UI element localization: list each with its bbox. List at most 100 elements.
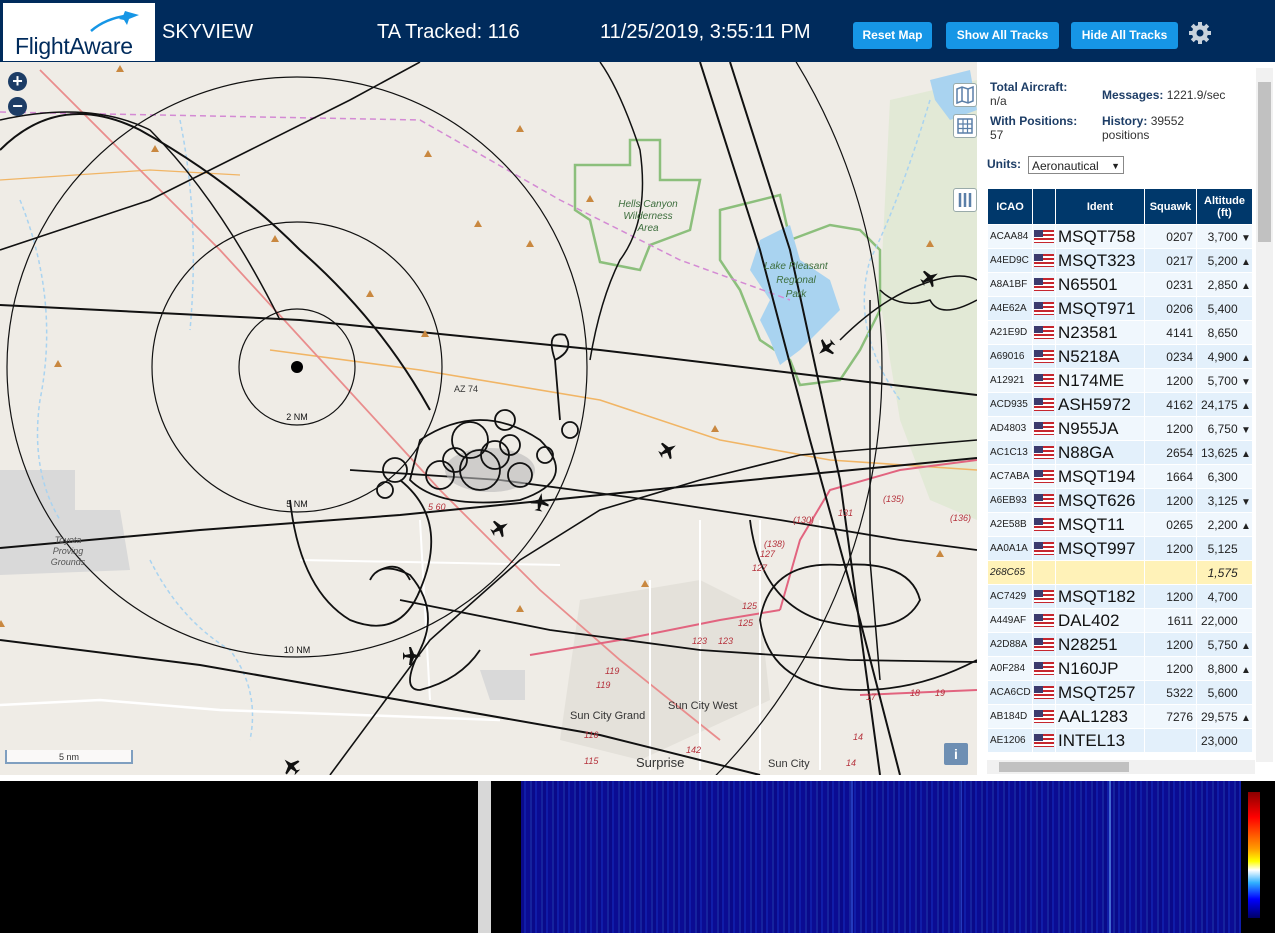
reset-map-button[interactable]: Reset Map [853,22,932,49]
table-row[interactable]: AC7ABA MSQT194 1664 6,300 [988,465,1252,488]
flightaware-logo[interactable]: FlightAware [3,3,155,61]
table-row[interactable]: ACAA84 MSQT758 0207 3,700 ▼ [988,225,1252,248]
map-layers-icon[interactable] [953,83,977,107]
units-select[interactable]: Aeronautical ▼ [1028,156,1124,174]
table-row[interactable]: A0F284 N160JP 1200 8,800 ▲ [988,657,1252,680]
label-lake-pleasant-2: Regional [776,275,816,286]
map-label: 5 60 [428,502,446,512]
flag-cell [1033,369,1055,392]
map-label: 125 [742,601,758,611]
table-row[interactable]: A4ED9C MSQT323 0217 5,200 ▲ [988,249,1252,272]
table-row[interactable]: A4E62A MSQT971 0206 5,400 [988,297,1252,320]
zoom-out-button[interactable]: − [8,97,27,116]
squawk-cell: 1200 [1145,417,1196,440]
aircraft-sidebar: Total Aircraft: n/a Messages: 1221.9/sec… [977,62,1275,775]
table-row[interactable]: ACD935 ASH5972 4162 24,175 ▲ [988,393,1252,416]
ring-label-5nm: 5 NM [286,499,308,509]
icao-cell: A2E58B [988,513,1032,536]
table-row[interactable]: A2E58B MSQT11 0265 2,200 ▲ [988,513,1252,536]
us-flag-icon [1034,590,1054,603]
history-value: 39552 [1150,114,1185,128]
table-row[interactable]: AD4803 N955JA 1200 6,750 ▼ [988,417,1252,440]
ring-label-10nm: 10 NM [284,645,311,655]
table-row[interactable]: A449AF DAL402 1611 22,000 [988,609,1252,632]
icao-cell: A12921 [988,369,1032,392]
altitude-cell: 5,200 ▲ [1197,249,1252,272]
table-row[interactable]: AC1C13 N88GA 2654 13,625 ▲ [988,441,1252,464]
us-flag-icon [1034,614,1054,627]
scrollbar-thumb[interactable] [999,762,1129,772]
col-flag[interactable] [1033,189,1055,224]
header-bar: FlightAware SKYVIEW TA Tracked: 116 11/2… [0,0,1275,62]
columns-icon[interactable] [953,188,977,212]
info-button[interactable]: i [944,743,968,765]
flag-cell [1033,321,1055,344]
grid-icon[interactable] [953,114,977,138]
table-row[interactable]: ACA6CD MSQT257 5322 5,600 [988,681,1252,704]
table-row[interactable]: 268C65 1,575 [988,561,1252,584]
table-row[interactable]: A69016 N5218A 0234 4,900 ▲ [988,345,1252,368]
altitude-value: 29,575 [1200,709,1238,724]
col-altitude[interactable]: Altitude (ft) [1197,189,1252,224]
map-label: (138) [764,539,785,549]
altitude-trend-icon: ▲ [1241,520,1251,532]
icao-cell: A6EB93 [988,489,1032,512]
table-row[interactable]: AB184D AAL1283 7276 29,575 ▲ [988,705,1252,728]
label-sun-city-grand: Sun City Grand [570,710,645,722]
icao-cell: ACAA84 [988,225,1032,248]
units-label: Units: [987,157,1021,171]
ident-cell: MSQT323 [1056,249,1144,272]
ident-cell: N65501 [1056,273,1144,296]
altitude-cell: 8,800 ▲ [1197,657,1252,680]
aircraft-marker [819,339,836,355]
flag-cell [1033,465,1055,488]
map-canvas[interactable]: Hells Canyon Wilderness Area Lake Pleasa… [0,62,977,775]
show-all-tracks-button[interactable]: Show All Tracks [946,22,1059,49]
us-flag-icon [1034,326,1054,339]
hide-all-tracks-button[interactable]: Hide All Tracks [1071,22,1178,49]
col-squawk[interactable]: Squawk [1145,189,1196,224]
gear-icon[interactable] [1187,20,1213,46]
altitude-value: 6,750 [1207,421,1238,436]
label-surprise: Surprise [636,755,684,770]
map-label: 17 [866,692,877,702]
app-title: SKYVIEW [162,21,254,43]
altitude-trend-icon: ▲ [1241,712,1251,724]
col-ident[interactable]: Ident [1056,189,1144,224]
label-toyota-3: Grounds [51,557,86,567]
table-row[interactable]: A6EB93 MSQT626 1200 3,125 ▼ [988,489,1252,512]
altitude-cell: 13,625 ▲ [1197,441,1252,464]
table-row[interactable]: A8A1BF N65501 0231 2,850 ▲ [988,273,1252,296]
squawk-cell: 5322 [1145,681,1196,704]
table-row[interactable]: AA0A1A MSQT997 1200 5,125 [988,537,1252,560]
us-flag-icon [1034,470,1054,483]
panel-divider[interactable] [478,781,491,933]
aircraft-marker [490,520,508,538]
us-flag-icon [1034,374,1054,387]
table-row[interactable]: A21E9D N23581 4141 8,650 [988,321,1252,344]
waterfall-left-margin [491,781,521,933]
zoom-in-button[interactable]: + [8,72,27,91]
with-positions-value: 57 [990,128,1004,142]
sidebar-scrollbar-horizontal[interactable] [987,760,1255,774]
with-positions-label: With Positions: [990,114,1078,128]
table-row[interactable]: A2D88A N28251 1200 5,750 ▲ [988,633,1252,656]
units-select-value: Aeronautical [1032,159,1099,173]
table-row[interactable]: A12921 N174ME 1200 5,700 ▼ [988,369,1252,392]
altitude-value: 5,200 [1207,253,1238,268]
sidebar-scrollbar-vertical[interactable] [1256,68,1273,762]
squawk-cell: 0217 [1145,249,1196,272]
altitude-cell: 23,000 [1197,729,1252,752]
scrollbar-thumb[interactable] [1258,82,1271,242]
map-label: 119 [596,680,610,690]
table-row[interactable]: AC7429 MSQT182 1200 4,700 [988,585,1252,608]
map-view[interactable]: Hells Canyon Wilderness Area Lake Pleasa… [0,62,977,775]
map-label: 119 [605,666,619,676]
icao-cell: AE1206 [988,729,1032,752]
icao-cell: AC7ABA [988,465,1032,488]
col-icao[interactable]: ICAO [988,189,1032,224]
squawk-cell: 0207 [1145,225,1196,248]
aircraft-marker [658,442,676,460]
table-row[interactable]: AE1206 INTEL13 23,000 [988,729,1252,752]
altitude-trend-icon: ▼ [1241,496,1251,508]
